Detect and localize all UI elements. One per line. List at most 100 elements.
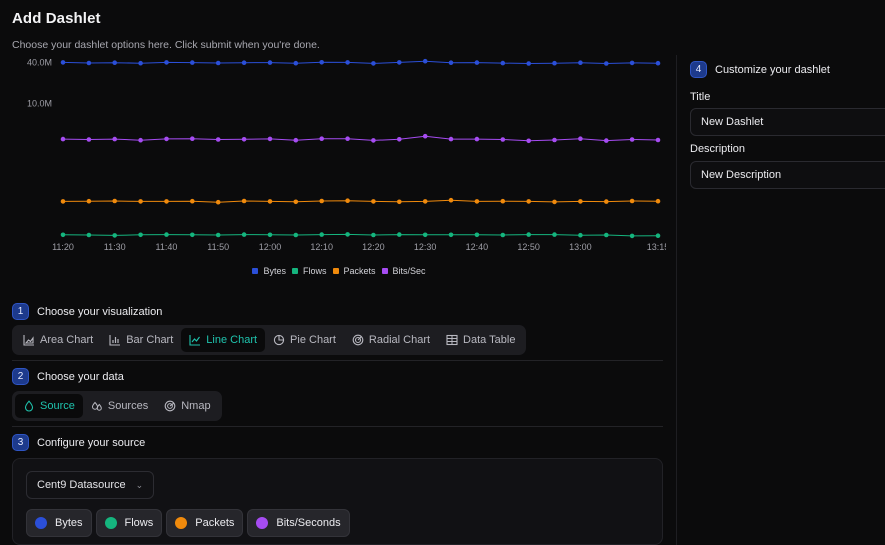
data-point-flows[interactable] (190, 232, 195, 238)
data-point-bits-sec[interactable] (578, 136, 583, 141)
data-point-flows[interactable] (552, 232, 557, 237)
data-point-bytes[interactable] (345, 60, 350, 65)
title-input[interactable]: New Dashlet (690, 108, 885, 136)
data-point-packets[interactable] (164, 199, 169, 204)
data-point-bits-sec[interactable] (138, 137, 143, 143)
data-point-bits-sec[interactable] (655, 137, 661, 143)
data-point-bits-sec[interactable] (629, 137, 635, 142)
option-area-chart[interactable]: Area Chart (15, 328, 101, 352)
data-point-bytes[interactable] (86, 60, 92, 66)
data-point-bytes[interactable] (655, 60, 661, 66)
option-nmap[interactable]: Nmap (156, 394, 218, 418)
data-point-bits-sec[interactable] (319, 136, 325, 141)
data-point-flows[interactable] (474, 232, 480, 238)
data-point-bits-sec[interactable] (60, 136, 66, 142)
legend-item-bytes[interactable]: Bytes (252, 266, 286, 276)
data-point-packets[interactable] (293, 199, 299, 205)
data-point-bytes[interactable] (474, 60, 480, 65)
data-point-bits-sec[interactable] (371, 138, 376, 143)
data-point-bytes[interactable] (293, 60, 299, 66)
data-point-bytes[interactable] (215, 60, 221, 66)
data-point-bytes[interactable] (604, 61, 609, 66)
legend-item-flows[interactable]: Flows (291, 266, 327, 276)
data-point-flows[interactable] (86, 232, 92, 238)
data-point-packets[interactable] (267, 199, 273, 204)
data-point-packets[interactable] (526, 199, 531, 204)
data-point-flows[interactable] (293, 232, 299, 238)
data-point-flows[interactable] (604, 232, 609, 238)
data-point-bits-sec[interactable] (474, 136, 480, 142)
data-point-bits-sec[interactable] (215, 137, 221, 142)
data-point-bytes[interactable] (397, 60, 402, 65)
data-point-packets[interactable] (500, 198, 506, 204)
data-point-packets[interactable] (578, 199, 583, 204)
data-point-bits-sec[interactable] (112, 136, 117, 142)
data-point-bytes[interactable] (448, 60, 454, 65)
data-point-packets[interactable] (60, 199, 66, 204)
data-point-bits-sec[interactable] (345, 136, 350, 141)
data-point-bits-sec[interactable] (448, 136, 454, 142)
data-point-bytes[interactable] (319, 60, 325, 65)
data-point-bits-sec[interactable] (267, 136, 273, 142)
data-point-bytes[interactable] (241, 60, 247, 65)
data-point-packets[interactable] (112, 198, 117, 204)
data-point-packets[interactable] (604, 199, 609, 204)
data-point-packets[interactable] (215, 199, 221, 205)
option-data-table[interactable]: Data Table (438, 328, 523, 352)
data-point-packets[interactable] (397, 199, 402, 205)
option-sources[interactable]: Sources (83, 394, 156, 418)
option-pie-chart[interactable]: Pie Chart (265, 328, 344, 352)
data-point-bytes[interactable] (500, 60, 506, 66)
data-point-flows[interactable] (215, 232, 221, 238)
data-point-bytes[interactable] (578, 60, 583, 65)
data-point-bits-sec[interactable] (552, 137, 557, 143)
data-point-flows[interactable] (629, 233, 635, 239)
data-point-flows[interactable] (267, 232, 273, 238)
option-source[interactable]: Source (15, 394, 83, 418)
data-point-bytes[interactable] (629, 60, 635, 66)
option-line-chart[interactable]: Line Chart (181, 328, 266, 352)
data-point-packets[interactable] (86, 198, 92, 204)
data-point-packets[interactable] (629, 198, 635, 204)
description-input[interactable]: New Description (690, 161, 885, 189)
data-point-flows[interactable] (578, 232, 583, 238)
data-point-packets[interactable] (422, 199, 428, 204)
option-radial-chart[interactable]: Radial Chart (344, 328, 438, 352)
legend-item-packets[interactable]: Packets (332, 266, 376, 276)
legend-item-bits-sec[interactable]: Bits/Sec (381, 266, 426, 276)
data-point-packets[interactable] (655, 198, 661, 204)
data-point-packets[interactable] (190, 198, 195, 204)
datasource-select[interactable]: Cent9 Datasource ⌄ (26, 471, 155, 499)
data-point-packets[interactable] (474, 199, 480, 204)
data-point-packets[interactable] (241, 198, 247, 204)
data-point-packets[interactable] (371, 199, 376, 204)
data-point-bits-sec[interactable] (526, 138, 531, 144)
data-point-bytes[interactable] (267, 60, 273, 65)
option-bar-chart[interactable]: Bar Chart (101, 328, 181, 352)
data-point-bits-sec[interactable] (397, 137, 402, 142)
data-point-flows[interactable] (422, 232, 428, 238)
data-point-flows[interactable] (448, 232, 454, 238)
data-point-bytes[interactable] (164, 60, 169, 65)
data-point-flows[interactable] (500, 232, 506, 238)
metric-toggle-flows[interactable]: Flows (95, 509, 163, 537)
data-point-bytes[interactable] (371, 61, 376, 66)
data-point-packets[interactable] (345, 198, 350, 203)
data-point-flows[interactable] (112, 233, 117, 238)
data-point-bytes[interactable] (112, 60, 117, 65)
data-point-bytes[interactable] (190, 60, 195, 65)
data-point-bits-sec[interactable] (604, 138, 609, 143)
metric-toggle-bits-seconds[interactable]: Bits/Seconds (247, 509, 350, 537)
data-point-bits-sec[interactable] (241, 137, 247, 142)
metric-toggle-bytes[interactable]: Bytes (26, 509, 92, 537)
data-point-bytes[interactable] (138, 60, 143, 66)
data-point-flows[interactable] (345, 232, 350, 237)
data-point-flows[interactable] (60, 232, 66, 238)
data-point-bits-sec[interactable] (164, 136, 169, 142)
data-point-packets[interactable] (552, 199, 557, 205)
data-point-bytes[interactable] (526, 61, 531, 66)
data-point-packets[interactable] (319, 198, 325, 204)
data-point-flows[interactable] (138, 232, 143, 238)
data-point-bits-sec[interactable] (422, 133, 428, 139)
data-point-flows[interactable] (164, 232, 169, 237)
